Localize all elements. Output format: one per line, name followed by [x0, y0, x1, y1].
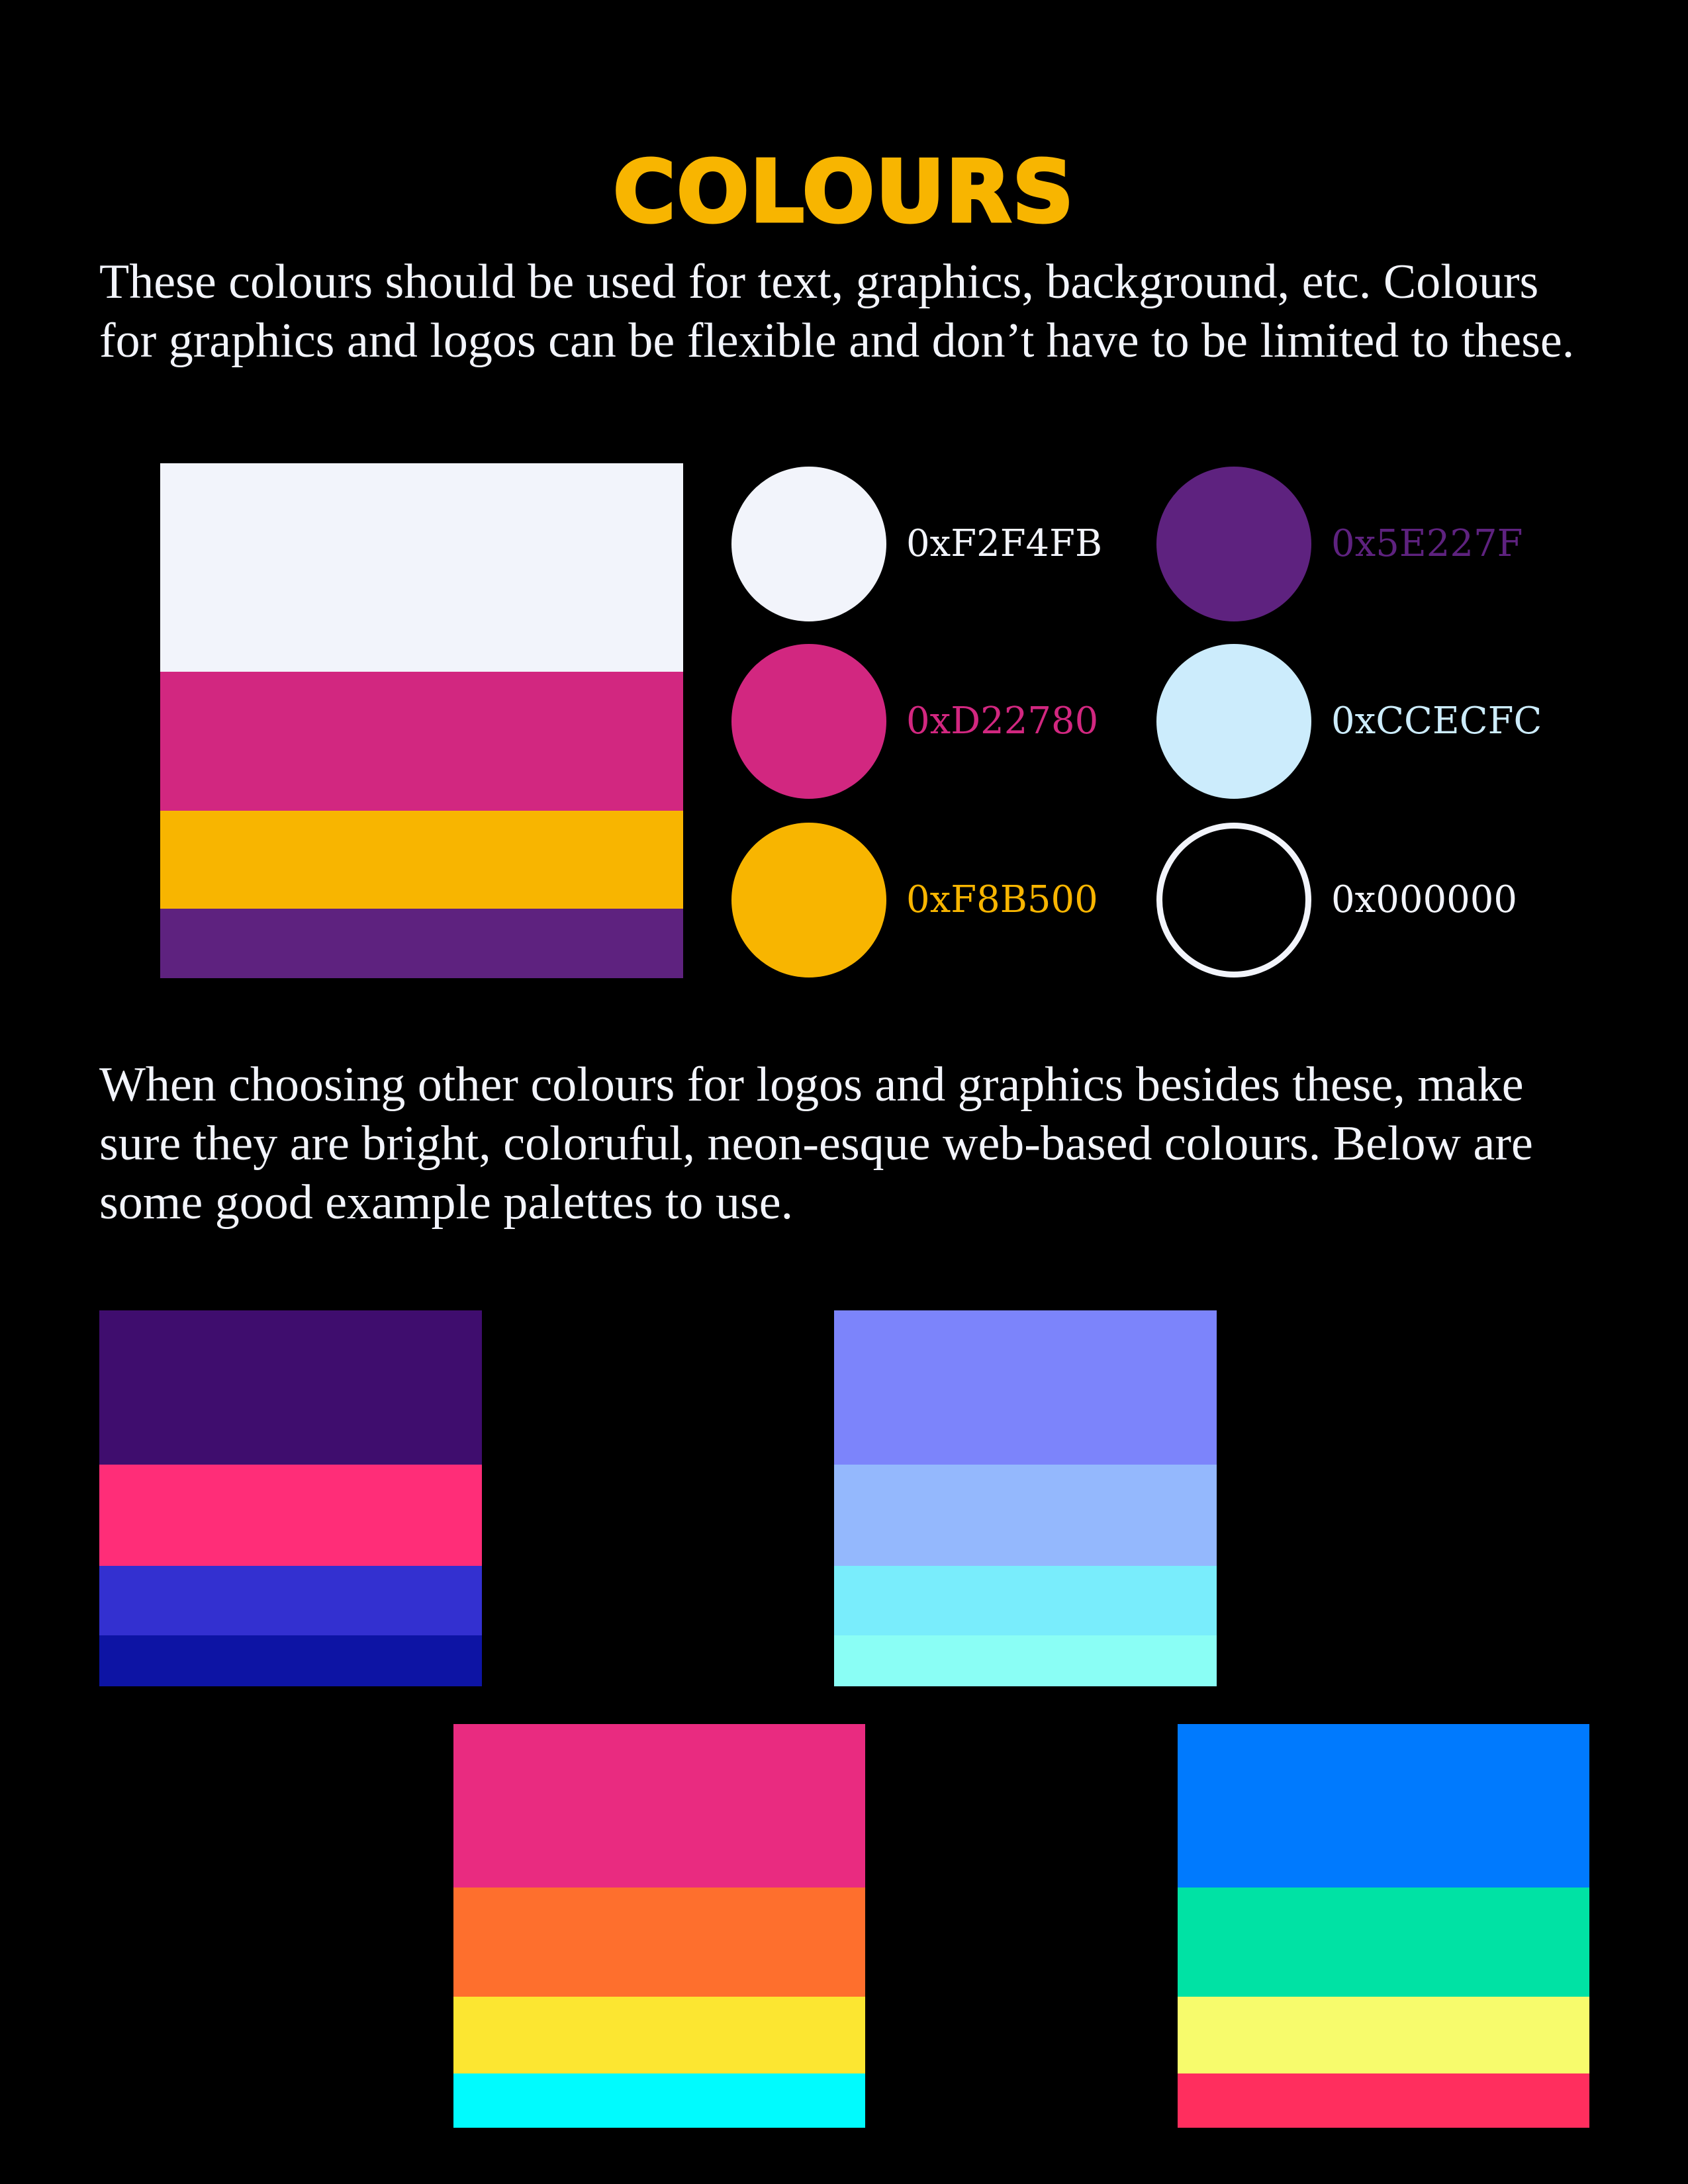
color-band [834, 1310, 1217, 1465]
color-band [1178, 1997, 1589, 2073]
color-band [453, 1888, 865, 1997]
outro-paragraph: When choosing other colours for logos an… [99, 1058, 1533, 1230]
swatch-circle [731, 644, 886, 799]
swatch-5e227f: 0x5E227F [1156, 467, 1523, 621]
color-band [160, 672, 683, 811]
example-palette-2 [834, 1310, 1217, 1686]
example-palette-1 [99, 1310, 482, 1686]
example-palette-3 [453, 1724, 865, 2128]
page-title: COLOURS [612, 141, 1075, 243]
intro-paragraph: These colours should be used for text, g… [99, 255, 1575, 368]
swatch-f2f4fb: 0xF2F4FB [731, 467, 1102, 621]
color-band [99, 1566, 482, 1635]
color-band [1178, 1888, 1589, 1997]
example-palette-4 [1178, 1724, 1589, 2128]
swatch-d22780: 0xD22780 [731, 644, 1098, 799]
swatch-hex-label: 0xF8B500 [906, 878, 1098, 921]
main-palette-stack [160, 463, 683, 978]
swatch-ccecfc: 0xCCECFC [1156, 644, 1542, 799]
color-band [834, 1566, 1217, 1635]
color-band [99, 1465, 482, 1566]
swatch-f8b500: 0xF8B500 [731, 823, 1098, 978]
color-band [834, 1465, 1217, 1566]
swatch-circle [731, 823, 886, 978]
color-band [453, 1724, 865, 1888]
color-band [1178, 2073, 1589, 2128]
color-band [453, 1997, 865, 2073]
color-band [834, 1635, 1217, 1686]
swatch-circle [1156, 823, 1311, 978]
swatch-hex-label: 0xF2F4FB [906, 522, 1103, 565]
swatch-circle [731, 467, 886, 621]
color-band [160, 909, 683, 978]
swatch-000000: 0x000000 [1156, 823, 1517, 978]
color-band [1178, 1724, 1589, 1888]
swatch-hex-label: 0xD22780 [906, 700, 1099, 743]
color-band [99, 1310, 482, 1465]
color-band [99, 1635, 482, 1686]
swatch-hex-label: 0x000000 [1331, 878, 1517, 921]
color-band [160, 463, 683, 672]
color-band [453, 2073, 865, 2128]
swatch-hex-label: 0x5E227F [1331, 522, 1523, 565]
color-band [160, 811, 683, 909]
swatch-hex-label: 0xCCECFC [1331, 700, 1542, 743]
swatch-circle [1156, 644, 1311, 799]
swatch-circle [1156, 467, 1311, 621]
